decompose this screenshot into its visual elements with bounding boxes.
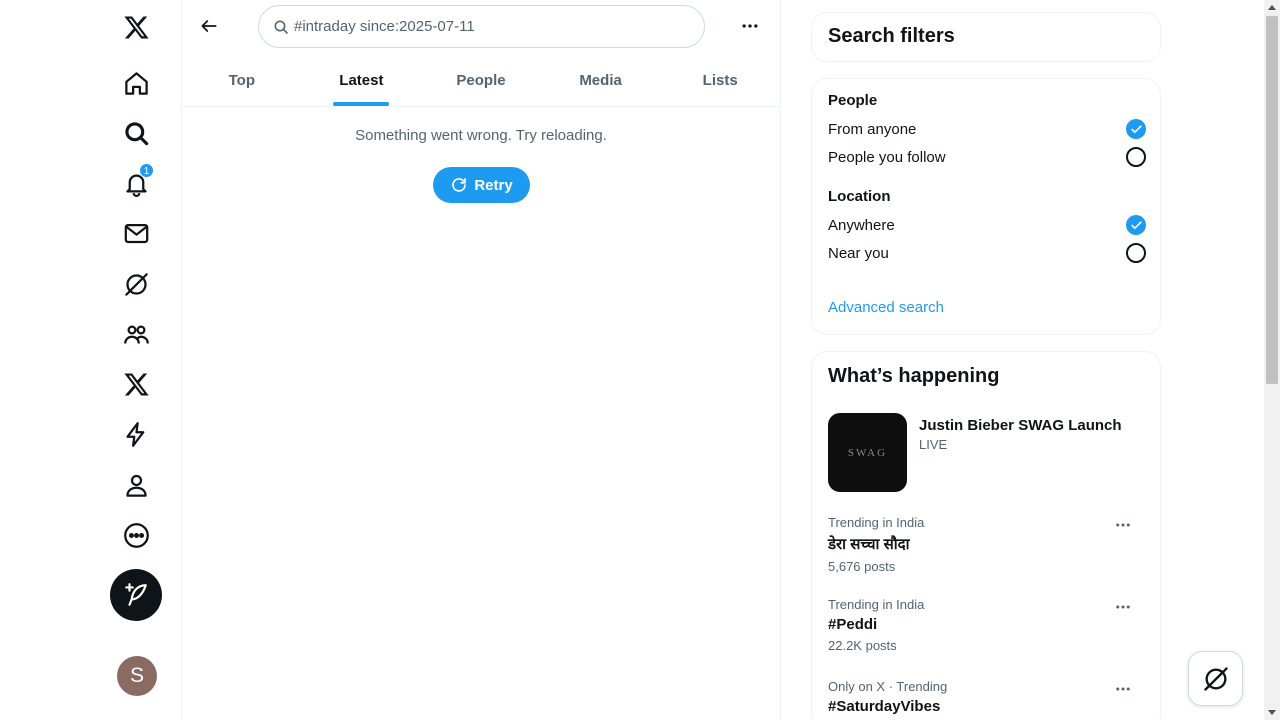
trend-more-button[interactable] <box>1108 597 1138 617</box>
trend-name: #SaturdayVibes <box>828 698 941 715</box>
filter-people-you-follow[interactable]: People you follow <box>828 143 1146 171</box>
checkmark-icon <box>1130 220 1142 229</box>
search-icon <box>274 20 288 34</box>
trend-name: #Peddi <box>828 616 878 633</box>
radio-checked[interactable] <box>1126 119 1146 139</box>
more-horizontal-icon <box>1116 605 1130 609</box>
checkmark-icon <box>1130 124 1142 133</box>
tab-people[interactable]: People <box>421 54 541 106</box>
search-results-column: Top Latest People Media Lists Something … <box>181 0 781 720</box>
filter-anywhere[interactable]: Anywhere <box>828 211 1146 239</box>
compose-post-button[interactable] <box>110 569 162 621</box>
profile-icon[interactable] <box>111 460 161 510</box>
trend-context: Trending in India <box>828 597 925 612</box>
search-input[interactable] <box>294 18 674 35</box>
trend-item[interactable]: Only on X · Trending #SaturdayVibes <box>828 679 1146 720</box>
trend-context: Trending in India <box>828 515 925 530</box>
tab-media[interactable]: Media <box>541 54 661 106</box>
communities-icon[interactable] <box>111 309 161 359</box>
explore-icon[interactable] <box>111 108 161 158</box>
refresh-icon <box>452 178 467 192</box>
search-filters-header: Search filters <box>811 12 1161 62</box>
retry-button[interactable]: Retry <box>433 167 530 203</box>
radio-unchecked[interactable] <box>1126 147 1146 167</box>
notifications-badge: 1 <box>139 163 154 178</box>
tab-lists[interactable]: Lists <box>660 54 780 106</box>
whats-happening-title: What’s happening <box>828 365 1000 387</box>
search-filters-panel: People From anyone People you follow Loc… <box>811 78 1161 335</box>
home-icon[interactable] <box>111 58 161 108</box>
x-logo-icon[interactable] <box>111 2 161 52</box>
scroll-down-arrow[interactable] <box>1268 710 1276 715</box>
search-tabs: Top Latest People Media Lists <box>182 54 780 107</box>
page-scrollbar[interactable] <box>1264 0 1280 720</box>
trend-more-button[interactable] <box>1108 679 1138 699</box>
more-horizontal-icon <box>1116 523 1130 527</box>
scroll-up-arrow[interactable] <box>1268 5 1276 10</box>
whats-happening-panel: What’s happening SWAG Justin Bieber SWAG… <box>811 351 1161 720</box>
people-filter-label: People <box>828 92 878 109</box>
back-button[interactable] <box>192 9 226 43</box>
tab-top[interactable]: Top <box>182 54 302 106</box>
trend-more-button[interactable] <box>1108 515 1138 535</box>
trend-count: 5,676 posts <box>828 559 896 574</box>
trend-name: डेरा सच्चा सौदा <box>828 536 910 553</box>
trend-context: Only on X · Trending <box>828 679 948 694</box>
radio-checked[interactable] <box>1126 215 1146 235</box>
compose-post-icon <box>125 583 147 606</box>
tab-latest[interactable]: Latest <box>302 54 422 106</box>
error-message: Something went wrong. Try reloading. <box>355 127 607 144</box>
search-filters-title: Search filters <box>828 25 955 47</box>
search-box[interactable] <box>258 5 705 48</box>
messages-icon[interactable] <box>111 208 161 258</box>
left-nav: 1 S <box>0 0 181 720</box>
grok-floating-button[interactable] <box>1188 651 1243 706</box>
trend-item[interactable]: Trending in India #Peddi 22.2K posts <box>828 597 1146 667</box>
advanced-search-link[interactable]: Advanced search <box>828 299 944 316</box>
notifications-icon[interactable]: 1 <box>111 158 161 208</box>
live-event-title[interactable]: Justin Bieber SWAG Launch <box>919 417 1122 434</box>
active-tab-indicator <box>333 102 390 106</box>
trend-count: 22.2K posts <box>828 638 897 653</box>
grok-icon[interactable] <box>111 259 161 309</box>
avatar[interactable]: S <box>117 656 157 696</box>
filter-near-you[interactable]: Near you <box>828 239 1146 267</box>
more-icon[interactable] <box>111 510 161 560</box>
live-event-thumbnail[interactable]: SWAG <box>828 413 907 492</box>
scroll-thumb[interactable] <box>1266 16 1278 384</box>
live-status: LIVE <box>919 437 948 452</box>
trend-item[interactable]: Trending in India डेरा सच्चा सौदा 5,676 … <box>828 515 1146 585</box>
radio-unchecked[interactable] <box>1126 243 1146 263</box>
grok-icon <box>1203 666 1228 691</box>
verified-orgs-icon[interactable] <box>111 409 161 459</box>
filter-from-anyone[interactable]: From anyone <box>828 115 1146 143</box>
more-horizontal-icon <box>1116 687 1130 691</box>
more-options-button[interactable] <box>733 9 767 43</box>
back-arrow-icon <box>201 20 217 32</box>
location-filter-label: Location <box>828 188 891 205</box>
more-horizontal-icon <box>742 24 758 28</box>
premium-icon[interactable] <box>111 359 161 409</box>
